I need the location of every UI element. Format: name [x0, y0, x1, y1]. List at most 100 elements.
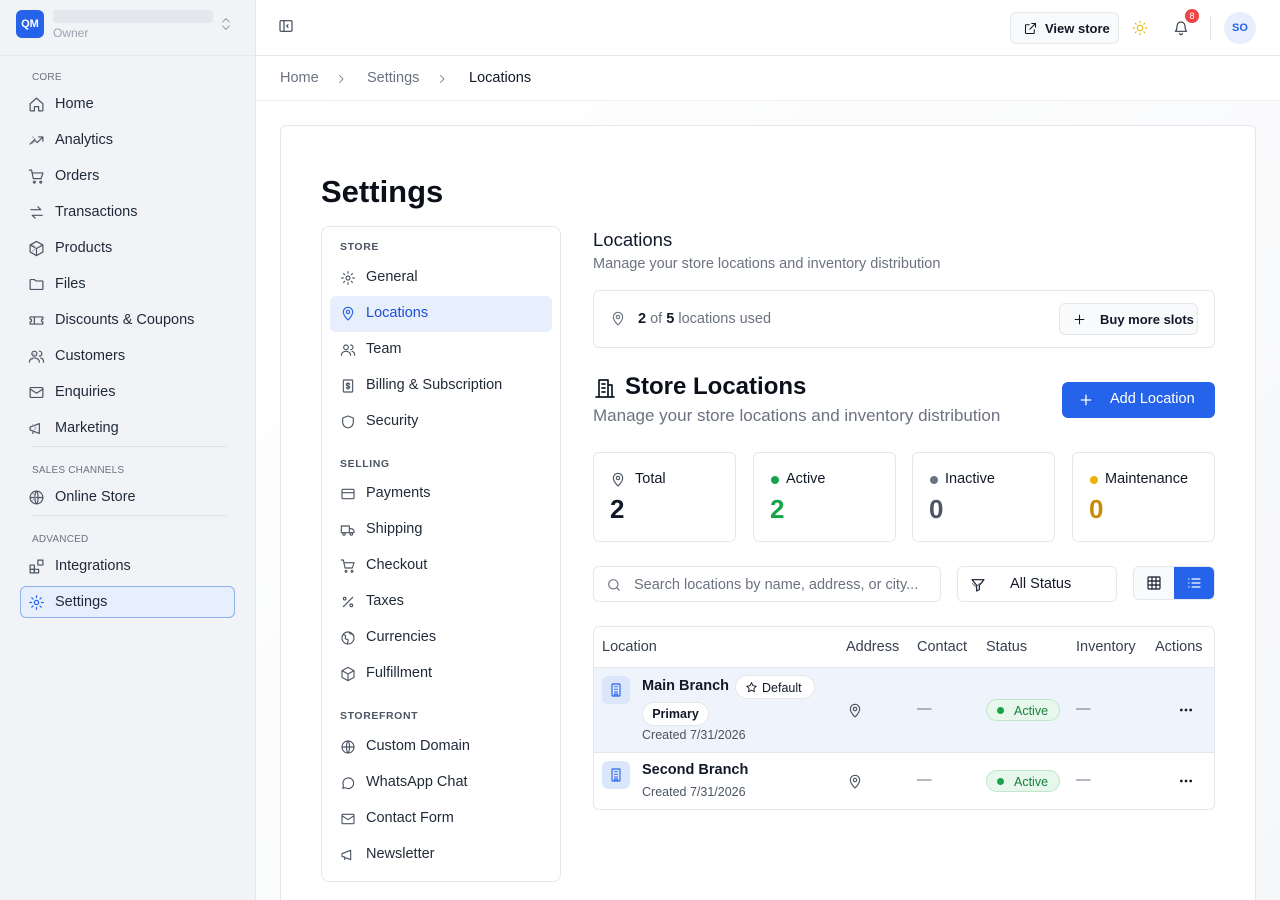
- settings-item-shipping[interactable]: Shipping: [330, 512, 552, 548]
- settings-item-custom-domain[interactable]: Custom Domain: [330, 729, 552, 765]
- chevrons-up-down-icon: [222, 18, 230, 30]
- sidebar-item-home[interactable]: Home: [20, 88, 235, 120]
- settings-item-contact-form[interactable]: Contact Form: [330, 801, 552, 837]
- settings-item-billing[interactable]: Billing & Subscription: [330, 368, 552, 404]
- bell-icon[interactable]: [1173, 20, 1189, 36]
- sidebar-item-analytics[interactable]: Analytics: [20, 124, 235, 156]
- sidebar-divider: [32, 446, 227, 447]
- settings-item-fulfillment[interactable]: Fulfillment: [330, 656, 552, 692]
- sidebar-item-label: Discounts & Coupons: [55, 312, 195, 328]
- contact-value: —: [917, 701, 932, 717]
- store-locations-subtitle: Manage your store locations and inventor…: [593, 406, 1001, 425]
- sidebar-item-marketing[interactable]: Marketing: [20, 412, 235, 444]
- avatar[interactable]: SO: [1224, 12, 1256, 44]
- grid-view-button[interactable]: [1134, 567, 1174, 599]
- location-avatar: [602, 676, 630, 704]
- created-date: Created 7/31/2026: [642, 785, 746, 799]
- breadcrumb-settings[interactable]: Settings: [367, 70, 419, 86]
- default-badge: Default: [735, 675, 815, 699]
- settings-item-security[interactable]: Security: [330, 404, 552, 440]
- plus-icon: [1080, 394, 1092, 406]
- sidebar-item-online-store[interactable]: Online Store: [20, 481, 235, 513]
- building-icon: [611, 768, 621, 782]
- plus-icon: [1074, 314, 1085, 325]
- page-title: Settings: [321, 174, 444, 209]
- org-switcher[interactable]: QM Owner: [16, 10, 240, 44]
- breadcrumb-current: Locations: [469, 70, 532, 86]
- settings-item-whatsapp[interactable]: WhatsApp Chat: [330, 765, 552, 801]
- users-icon: [340, 344, 356, 356]
- chevron-down-icon: [972, 583, 980, 588]
- row-actions-button[interactable]: [1174, 700, 1198, 720]
- section-label-advanced: ADVANCED: [32, 534, 89, 545]
- buy-more-slots-button[interactable]: Buy more slots: [1059, 303, 1198, 335]
- building-icon: [611, 683, 621, 697]
- globe-icon: [341, 740, 355, 754]
- sidebar-item-settings[interactable]: Settings: [20, 586, 235, 618]
- settings-item-newsletter[interactable]: Newsletter: [330, 837, 552, 873]
- settings-item-team[interactable]: Team: [330, 332, 552, 368]
- sidebar-item-label: Home: [55, 96, 94, 112]
- sidebar-item-enquiries[interactable]: Enquiries: [20, 376, 235, 408]
- column-header-status: Status: [986, 639, 1028, 655]
- search-input[interactable]: [634, 575, 930, 595]
- store-locations-title: Store Locations: [625, 373, 807, 400]
- breadcrumb-home[interactable]: Home: [280, 70, 319, 86]
- sidebar-toggle-icon[interactable]: [278, 18, 294, 34]
- status-dot: [997, 707, 1004, 714]
- settings-item-payments[interactable]: Payments: [330, 476, 552, 512]
- settings-item-label: Taxes: [366, 593, 404, 609]
- table-row[interactable]: Second Branch Created 7/31/2026 — Active…: [594, 753, 1214, 809]
- view-store-button[interactable]: View store: [1010, 12, 1119, 44]
- locations-table: Location Address Contact Status Inventor…: [593, 626, 1215, 810]
- table-header: Location Address Contact Status Inventor…: [594, 627, 1214, 668]
- grid-icon: [1147, 576, 1161, 590]
- settings-item-currencies[interactable]: Currencies: [330, 620, 552, 656]
- shield-icon: [342, 415, 354, 429]
- column-header-location: Location: [602, 639, 657, 655]
- status-dot: [997, 778, 1004, 785]
- sidebar-item-orders[interactable]: Orders: [20, 160, 235, 192]
- sidebar-item-label: Transactions: [55, 204, 138, 220]
- top-bar: View store 8 SO: [256, 0, 1280, 56]
- sidebar-item-discounts[interactable]: Discounts & Coupons: [20, 304, 235, 336]
- sidebar-item-transactions[interactable]: Transactions: [20, 196, 235, 228]
- usage-of: of: [650, 311, 663, 327]
- sidebar-item-label: Analytics: [55, 132, 114, 148]
- sidebar-item-label: Online Store: [55, 489, 136, 505]
- receipt-icon: [342, 379, 354, 393]
- row-actions-button[interactable]: [1174, 771, 1198, 791]
- settings-item-taxes[interactable]: Taxes: [330, 584, 552, 620]
- section-label-sales: SALES CHANNELS: [32, 465, 125, 476]
- chevron-right-icon: [440, 75, 445, 83]
- table-row[interactable]: Main Branch Default Primary Created 7/31…: [594, 668, 1214, 753]
- cart-icon: [340, 559, 355, 573]
- ticket-icon: [29, 316, 44, 325]
- map-pin-icon[interactable]: [847, 774, 863, 790]
- sidebar-item-label: Marketing: [55, 420, 119, 436]
- map-pin-icon: [612, 311, 624, 326]
- cart-icon: [28, 169, 44, 184]
- settings-item-checkout[interactable]: Checkout: [330, 548, 552, 584]
- settings-item-label: Security: [366, 413, 419, 429]
- settings-item-general[interactable]: General: [330, 260, 552, 296]
- sidebar-item-files[interactable]: Files: [20, 268, 235, 300]
- sun-icon[interactable]: [1132, 20, 1148, 36]
- add-location-button[interactable]: Add Location: [1062, 382, 1215, 418]
- status-filter-select[interactable]: All Status: [957, 566, 1117, 602]
- sidebar-item-integrations[interactable]: Integrations: [20, 550, 235, 582]
- view-store-label: View store: [1045, 21, 1110, 36]
- stat-label: Active: [786, 471, 826, 487]
- settings-item-locations[interactable]: Locations: [330, 296, 552, 332]
- sidebar-item-products[interactable]: Products: [20, 232, 235, 264]
- sidebar-item-customers[interactable]: Customers: [20, 340, 235, 372]
- stat-value: 0: [1089, 494, 1104, 524]
- mail-icon: [29, 386, 44, 399]
- list-view-button[interactable]: [1174, 567, 1214, 599]
- map-pin-icon[interactable]: [847, 703, 863, 719]
- external-link-icon: [1024, 22, 1037, 35]
- status-badge: Active: [986, 699, 1060, 721]
- column-header-address: Address: [846, 639, 900, 655]
- search-icon: [608, 579, 620, 591]
- settings-item-label: General: [366, 269, 418, 285]
